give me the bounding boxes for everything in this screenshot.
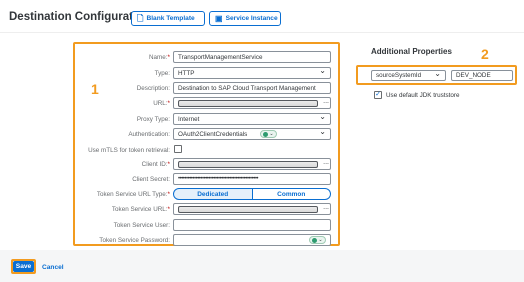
blank-template-button[interactable]: 🗋 Blank Template bbox=[131, 11, 205, 26]
token-url-type-toggle: Dedicated Common bbox=[173, 188, 331, 200]
token-url-type-label: Token Service URL Type:* bbox=[96, 191, 170, 198]
description-row: Description: Destination to SAP Cloud Tr… bbox=[0, 82, 340, 95]
blank-template-label: Blank Template bbox=[146, 15, 195, 22]
client-id-label: Client ID:* bbox=[141, 161, 170, 168]
authentication-row: Authentication: OAuth2ClientCredentials … bbox=[0, 128, 340, 141]
client-secret-row: Client Secret: •••••••••••••••••••••••••… bbox=[0, 173, 340, 186]
new-document-icon: 🗋 bbox=[137, 13, 144, 23]
redacted-value bbox=[178, 100, 318, 107]
annotation-2: 2 bbox=[481, 46, 489, 62]
footer-bar bbox=[0, 250, 524, 282]
client-id-row: Client ID:* ... bbox=[0, 158, 340, 171]
value-help-icon[interactable]: ... bbox=[323, 98, 329, 105]
value-help-icon[interactable]: ... bbox=[323, 204, 329, 211]
client-id-input[interactable]: ... bbox=[173, 158, 331, 170]
save-button[interactable]: Save bbox=[13, 261, 34, 272]
authentication-select[interactable]: OAuth2ClientCredentials ⌄ bbox=[173, 128, 331, 140]
redacted-value bbox=[178, 206, 318, 213]
token-user-label: Token Service User: bbox=[113, 222, 170, 229]
additional-properties-title: Additional Properties bbox=[371, 47, 452, 56]
client-secret-label: Client Secret: bbox=[132, 176, 170, 183]
authentication-value: OAuth2ClientCredentials bbox=[178, 131, 248, 138]
type-label: Type: bbox=[154, 70, 170, 77]
value-help-icon[interactable]: ... bbox=[323, 159, 329, 166]
token-url-type-row: Token Service URL Type:* Dedicated Commo… bbox=[0, 188, 340, 201]
redacted-value bbox=[178, 161, 318, 168]
checkmark-icon: ✓ bbox=[375, 91, 381, 98]
service-instance-button[interactable]: ▣ Service Instance bbox=[209, 11, 281, 26]
page-title: Destination Configuration bbox=[9, 11, 151, 23]
token-url-type-dedicated[interactable]: Dedicated bbox=[173, 188, 253, 200]
mtls-checkbox[interactable] bbox=[174, 145, 182, 153]
proxy-type-select[interactable]: Internet bbox=[173, 113, 331, 125]
token-user-input[interactable] bbox=[173, 219, 331, 231]
url-row: URL:* ... bbox=[0, 97, 340, 110]
authentication-label: Authentication: bbox=[128, 131, 170, 138]
token-password-input[interactable]: ⌄ bbox=[173, 234, 331, 246]
property-key-select[interactable]: sourceSystemId bbox=[371, 69, 446, 81]
cancel-button[interactable]: Cancel bbox=[42, 264, 64, 271]
name-row: Name:* TransportManagementService bbox=[0, 51, 340, 64]
url-input[interactable]: ... bbox=[173, 97, 331, 109]
description-input[interactable]: Destination to SAP Cloud Transport Manag… bbox=[173, 82, 331, 94]
jdk-truststore-checkbox[interactable]: ✓ bbox=[374, 91, 382, 99]
name-label: Name:* bbox=[149, 54, 170, 61]
property-value-input[interactable]: DEV_NODE bbox=[451, 70, 513, 81]
description-label: Description: bbox=[136, 85, 170, 92]
token-password-label: Token Service Password: bbox=[99, 237, 170, 244]
mtls-row: Use mTLS for token retrieval: bbox=[0, 144, 340, 157]
service-instance-label: Service Instance bbox=[225, 15, 278, 22]
assist-icon[interactable]: ⌄ bbox=[309, 236, 326, 244]
proxy-type-label: Proxy Type: bbox=[136, 116, 170, 123]
token-user-row: Token Service User: bbox=[0, 219, 340, 232]
name-input[interactable]: TransportManagementService bbox=[173, 51, 331, 63]
assist-icon[interactable]: ⌄ bbox=[260, 130, 277, 138]
token-url-input[interactable]: ... bbox=[173, 203, 331, 215]
mtls-label: Use mTLS for token retrieval: bbox=[88, 147, 170, 154]
token-url-type-common[interactable]: Common bbox=[252, 188, 331, 200]
proxy-row: Proxy Type: Internet bbox=[0, 113, 340, 126]
jdk-truststore-label: Use default JDK truststore bbox=[386, 92, 460, 99]
service-instance-icon: ▣ bbox=[215, 13, 223, 23]
token-password-row: Token Service Password: ⌄ bbox=[0, 234, 340, 247]
url-label: URL:* bbox=[153, 100, 170, 107]
client-secret-input[interactable]: ••••••••••••••••••••••••••••••••••••••••… bbox=[173, 173, 331, 185]
type-row: Type: HTTP bbox=[0, 67, 340, 80]
type-select[interactable]: HTTP bbox=[173, 67, 331, 79]
token-url-label: Token Service URL:* bbox=[111, 206, 170, 213]
token-url-row: Token Service URL:* ... bbox=[0, 203, 340, 216]
